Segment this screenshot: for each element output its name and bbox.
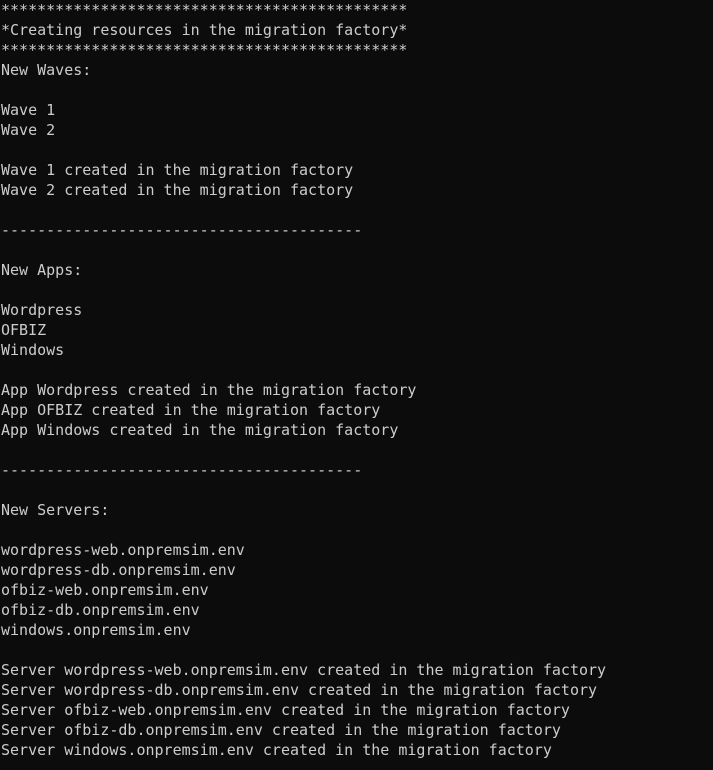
terminal-line: Wordpress <box>1 301 83 319</box>
terminal-line: ****************************************… <box>1 1 408 19</box>
terminal-line: wordpress-db.onpremsim.env <box>1 561 236 579</box>
terminal-line: Server ofbiz-web.onpremsim.env created i… <box>1 701 570 719</box>
terminal-line: *Creating resources in the migration fac… <box>1 21 408 39</box>
terminal-output[interactable]: ****************************************… <box>0 0 713 770</box>
terminal-line: windows.onpremsim.env <box>1 621 191 639</box>
terminal-line: App OFBIZ created in the migration facto… <box>1 401 381 419</box>
terminal-line: Wave 1 created in the migration factory <box>1 161 354 179</box>
terminal-line: Server wordpress-web.onpremsim.env creat… <box>1 661 607 679</box>
terminal-line: ---------------------------------------- <box>1 221 363 239</box>
terminal-line: Wave 2 <box>1 121 56 139</box>
terminal-line: ---------------------------------------- <box>1 461 363 479</box>
terminal-line: Windows <box>1 341 65 359</box>
terminal-line: New Servers: <box>1 501 110 519</box>
terminal-line: ofbiz-web.onpremsim.env <box>1 581 209 599</box>
terminal-line: New Waves: <box>1 61 92 79</box>
terminal-line: Server windows.onpremsim.env created in … <box>1 741 552 759</box>
terminal-line: ofbiz-db.onpremsim.env <box>1 601 200 619</box>
terminal-line: OFBIZ <box>1 321 47 339</box>
terminal-line: wordpress-web.onpremsim.env <box>1 541 245 559</box>
terminal-line: App Wordpress created in the migration f… <box>1 381 417 399</box>
terminal-line: Server ofbiz-db.onpremsim.env created in… <box>1 721 561 739</box>
terminal-line: Server wordpress-db.onpremsim.env create… <box>1 681 598 699</box>
terminal-line: App Windows created in the migration fac… <box>1 421 399 439</box>
terminal-line: Wave 2 created in the migration factory <box>1 181 354 199</box>
terminal-line: Wave 1 <box>1 101 56 119</box>
terminal-line: New Apps: <box>1 261 83 279</box>
terminal-line: ****************************************… <box>1 41 408 59</box>
